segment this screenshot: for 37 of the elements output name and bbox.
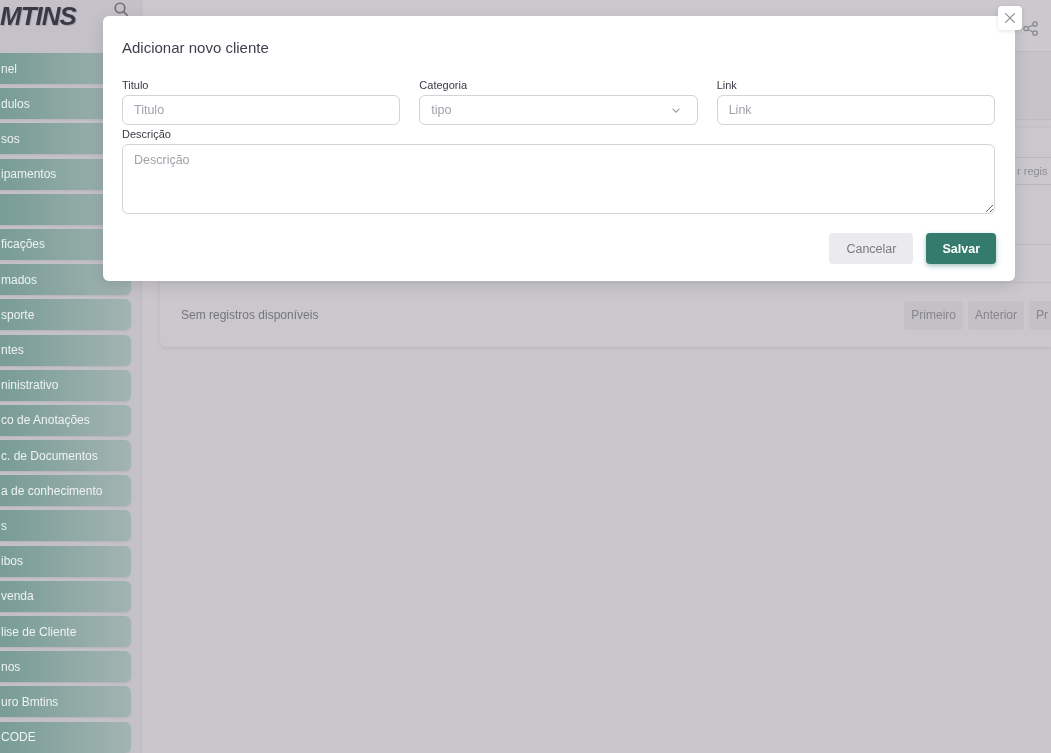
field-label: Categoria xyxy=(419,79,469,91)
search-icon[interactable] xyxy=(114,2,128,16)
sidebar-item[interactable]: ficações xyxy=(0,228,103,260)
text-field[interactable]: Link xyxy=(716,95,995,125)
text-field[interactable]: Titulo xyxy=(122,95,401,125)
sidebar-item[interactable] xyxy=(0,193,103,225)
field-label: Link xyxy=(716,79,738,91)
sidebar-item[interactable]: co de Anotações xyxy=(0,404,131,436)
sidebar-item[interactable]: ibos xyxy=(0,545,131,577)
sidebar-item[interactable]: CODE xyxy=(0,721,131,753)
sidebar-item[interactable]: s xyxy=(0,510,131,542)
sidebar-item[interactable]: sporte xyxy=(0,299,131,331)
sidebar-item[interactable]: venda xyxy=(0,580,131,612)
sidebar-item[interactable]: nos xyxy=(0,651,131,683)
close-icon xyxy=(1005,13,1015,23)
primary-button[interactable]: Salvar xyxy=(926,233,996,264)
sidebar-item[interactable]: uro Bmtins xyxy=(0,686,131,718)
share-icon[interactable] xyxy=(1023,21,1038,36)
chevron-down-icon xyxy=(671,107,680,113)
sidebar-item[interactable]: c. de Documentos xyxy=(0,440,131,472)
secondary-button[interactable]: Cancelar xyxy=(829,233,914,264)
select-field[interactable]: tipo xyxy=(419,95,698,125)
sidebar-item[interactable]: lise de Cliente xyxy=(0,616,131,647)
sidebar-item[interactable]: dulos xyxy=(0,88,103,120)
field-label: Descrição xyxy=(122,128,172,140)
empty-message: Sem registros disponíveis xyxy=(181,308,319,322)
sidebar-item[interactable]: ntes xyxy=(0,334,131,366)
field-label: Titulo xyxy=(122,79,150,91)
sidebar-item[interactable]: a de conhecimento xyxy=(0,475,131,507)
dialog-title: Adicionar novo cliente xyxy=(122,38,270,58)
close-button[interactable] xyxy=(998,6,1022,30)
sidebar-item[interactable]: ipamentos xyxy=(0,158,103,190)
logo: MTINS xyxy=(0,1,76,31)
sidebar-item[interactable]: ninistrativo xyxy=(0,369,131,401)
sidebar-item[interactable]: sos xyxy=(0,123,103,155)
text-area[interactable]: Descrição xyxy=(122,144,995,214)
sidebar-item[interactable]: nel xyxy=(0,53,103,84)
